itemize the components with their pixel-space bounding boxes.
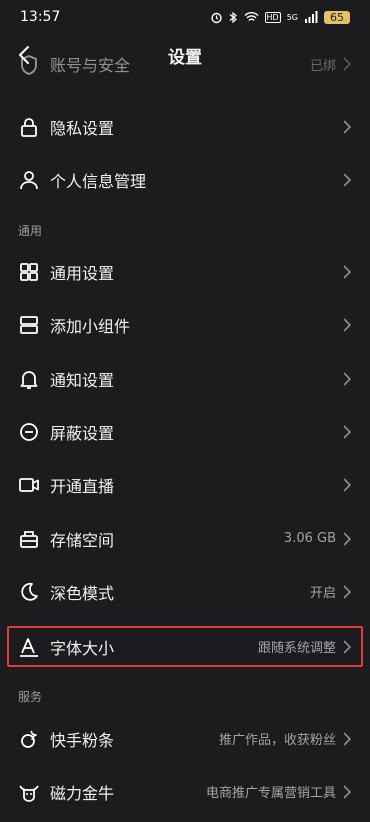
chevron-right-icon [343,477,352,492]
row-label: 账号与安全 [50,56,131,75]
settings-row-account-security[interactable]: 账号与安全 已绑 [0,55,370,95]
block-icon [20,422,38,441]
row-value: 已绑 [309,58,336,74]
chevron-right-icon [343,584,352,599]
chevron-right-icon [343,371,352,386]
status-time: 13:57 [20,9,61,25]
row-label: 隐私设置 [50,118,115,138]
chevron-right-icon [343,424,352,439]
chevron-right-icon [343,731,352,746]
settings-row-general[interactable]: 通用设置 [0,245,370,298]
video-icon [19,477,39,492]
settings-row-notifications[interactable]: 通知设置 [0,352,370,405]
chevron-right-icon [343,119,352,134]
settings-row-privacy[interactable]: 隐私设置 [0,100,370,153]
row-value: 开启 [309,586,336,601]
widget-icon [20,315,38,334]
row-label: 存储空间 [50,530,115,550]
row-value: 跟随系统调整 [257,641,336,656]
row-label: 开通直播 [50,476,115,496]
chevron-right-icon [343,639,352,654]
row-value: 3.06 GB [283,531,336,546]
chevron-right-icon [343,57,352,71]
settings-row-font-size[interactable]: 字体大小 跟随系统调整 [0,620,370,673]
person-icon [20,170,38,189]
row-label: 通用设置 [50,263,115,283]
network-label: 5G [286,12,298,22]
section-header-services: 服务 [18,690,43,704]
row-label: 深色模式 [50,583,115,603]
wifi-icon [244,12,259,21]
bluetooth-icon [229,11,237,23]
fan-icon [21,730,37,748]
battery-indicator: 65 [324,10,350,24]
shield-icon [21,55,37,75]
font-size-icon [20,637,38,657]
settings-row-live[interactable]: 开通直播 [0,458,370,511]
alarm-icon [210,12,222,23]
row-label: 磁力金牛 [50,783,115,803]
hd-icon: HD [264,11,281,23]
settings-row-personal-info[interactable]: 个人信息管理 [0,153,370,206]
signal-icon [305,11,318,23]
row-label: 个人信息管理 [50,171,147,191]
chevron-right-icon [343,264,352,279]
bell-icon [20,370,38,389]
settings-row-magnetic-bull[interactable]: 磁力金牛 电商推广专属营销工具 [0,765,370,818]
chevron-right-icon [343,531,352,546]
grid-icon [20,262,38,281]
row-value: 推广作品，收获粉丝 [218,733,336,748]
status-icons: HD 5G 65 [210,10,350,24]
row-value: 电商推广专属营销工具 [205,786,336,801]
chevron-right-icon [343,317,352,332]
settings-row-dark-mode[interactable]: 深色模式 开启 [0,565,370,618]
row-label: 添加小组件 [50,316,131,336]
storage-icon [20,530,38,548]
bull-icon [19,784,39,802]
row-label: 屏蔽设置 [50,423,115,443]
row-label: 通知设置 [50,370,115,390]
chevron-right-icon [343,784,352,799]
settings-row-fan-promotion[interactable]: 快手粉条 推广作品，收获粉丝 [0,712,370,765]
lock-icon [21,117,37,137]
settings-row-add-widget[interactable]: 添加小组件 [0,298,370,351]
status-bar: 13:57 HD 5G 65 [0,0,370,34]
settings-row-block[interactable]: 屏蔽设置 [0,405,370,458]
row-label: 快手粉条 [50,730,115,750]
section-header-general: 通用 [18,224,43,238]
moon-icon [21,582,38,601]
row-label: 字体大小 [50,638,115,658]
settings-row-storage[interactable]: 存储空间 3.06 GB [0,512,370,565]
chevron-right-icon [343,172,352,187]
